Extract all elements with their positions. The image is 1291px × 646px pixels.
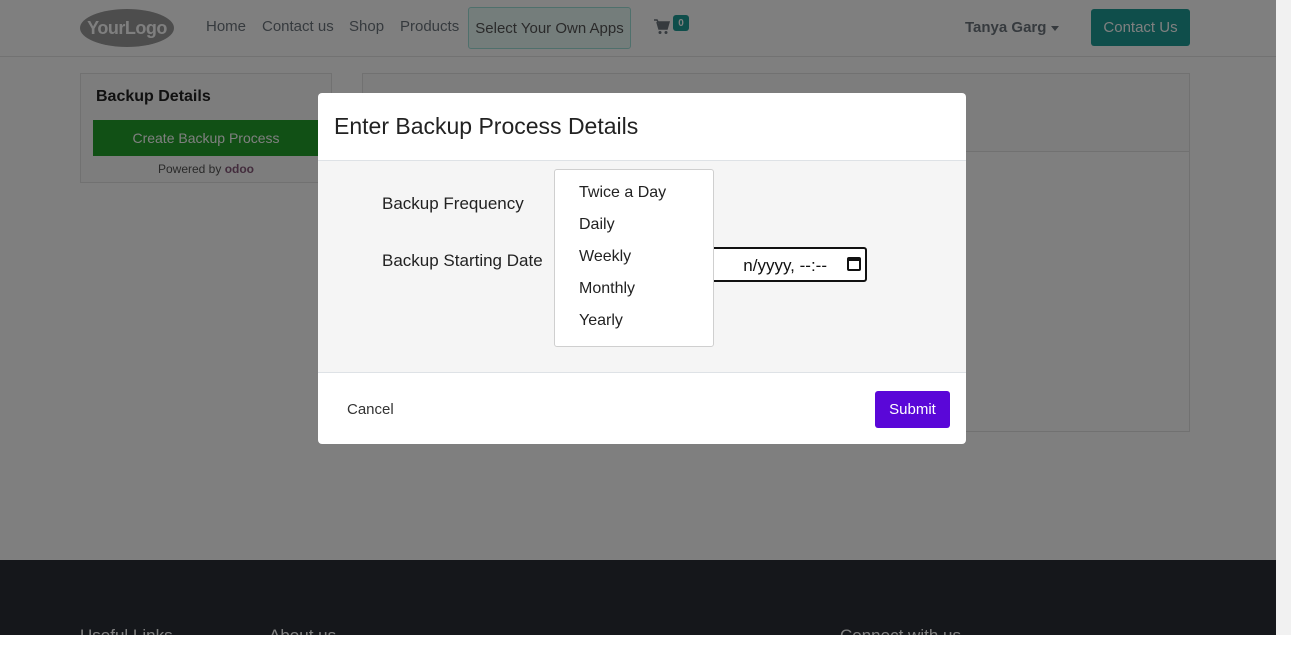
frequency-option-twice-a-day[interactable]: Twice a Day bbox=[579, 184, 666, 202]
frequency-option-monthly[interactable]: Monthly bbox=[579, 280, 635, 298]
backup-frequency-label: Backup Frequency bbox=[382, 194, 524, 213]
modal-header: Enter Backup Process Details bbox=[318, 93, 966, 161]
calendar-icon[interactable] bbox=[847, 257, 861, 271]
cancel-button[interactable]: Cancel bbox=[347, 401, 394, 418]
backup-process-modal: Enter Backup Process Details Backup Freq… bbox=[318, 93, 966, 444]
date-input-value: n/yyyy, --:-- bbox=[743, 256, 827, 275]
modal-title: Enter Backup Process Details bbox=[334, 113, 639, 139]
frequency-option-daily[interactable]: Daily bbox=[579, 216, 615, 234]
backup-frequency-dropdown[interactable]: Twice a Day Daily Weekly Monthly Yearly bbox=[554, 169, 714, 347]
submit-button[interactable]: Submit bbox=[875, 391, 950, 428]
backup-starting-date-label: Backup Starting Date bbox=[382, 251, 543, 270]
frequency-option-weekly[interactable]: Weekly bbox=[579, 248, 631, 266]
frequency-option-yearly[interactable]: Yearly bbox=[579, 312, 623, 330]
page-scrollbar[interactable] bbox=[1276, 0, 1291, 635]
